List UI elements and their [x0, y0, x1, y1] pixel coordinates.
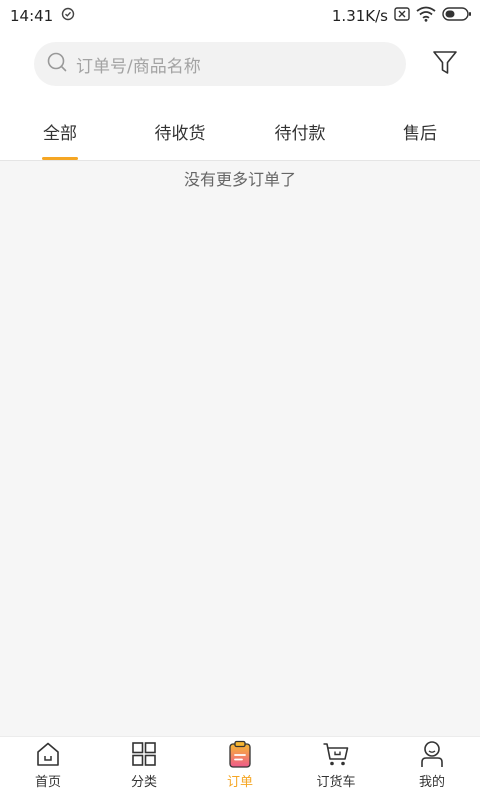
order-clipboard-icon — [226, 740, 254, 768]
empty-orders-message: 没有更多订单了 — [183, 170, 296, 189]
tab-label: 待付款 — [274, 123, 326, 144]
status-time: 14:41 — [10, 7, 54, 25]
nav-category[interactable]: 分类 — [96, 737, 192, 800]
tab-pending-receipt[interactable]: 待收货 — [120, 102, 240, 160]
status-bar: 14:41 1.31K/s — [0, 0, 480, 32]
search-placeholder: 订单号/商品名称 — [76, 56, 201, 77]
sync-icon — [61, 7, 75, 25]
network-speed: 1.31K/s — [331, 7, 388, 25]
search-icon — [46, 51, 68, 77]
tab-label: 全部 — [43, 123, 77, 144]
tab-after-sales[interactable]: 售后 — [360, 102, 480, 160]
wifi-icon — [416, 6, 436, 26]
nav-label: 订单 — [226, 775, 253, 790]
tab-all[interactable]: 全部 — [0, 102, 120, 160]
tab-pending-payment[interactable]: 待付款 — [240, 102, 360, 160]
nav-label: 我的 — [418, 775, 445, 790]
status-right: 1.31K/s — [332, 6, 472, 26]
nav-profile[interactable]: 我的 — [384, 737, 480, 800]
order-tabs: 全部 待收货 待付款 售后 — [0, 102, 480, 160]
nav-orders[interactable]: 订单 — [192, 737, 288, 800]
nav-label: 首页 — [34, 775, 61, 790]
nav-cart[interactable]: 订货车 — [288, 737, 384, 800]
profile-icon — [418, 740, 446, 768]
home-icon — [34, 740, 62, 768]
status-left: 14:41 — [10, 7, 75, 25]
filter-button[interactable] — [428, 48, 462, 82]
tab-label: 待收货 — [154, 123, 206, 144]
sim-x-icon — [394, 7, 410, 25]
battery-icon — [442, 7, 472, 25]
bottom-nav: 首页 分类 订单 订货车 我的 — [0, 736, 480, 800]
search-input[interactable]: 订单号/商品名称 — [34, 42, 406, 86]
header: 订单号/商品名称 全部 待收货 待付款 售后 — [0, 32, 480, 160]
nav-home[interactable]: 首页 — [0, 737, 96, 800]
cart-icon — [322, 740, 350, 768]
tab-label: 售后 — [403, 123, 437, 144]
nav-label: 订货车 — [316, 775, 356, 790]
filter-icon — [432, 49, 458, 81]
grid-icon — [130, 740, 158, 768]
nav-label: 分类 — [130, 775, 157, 790]
header-divider — [0, 160, 480, 161]
